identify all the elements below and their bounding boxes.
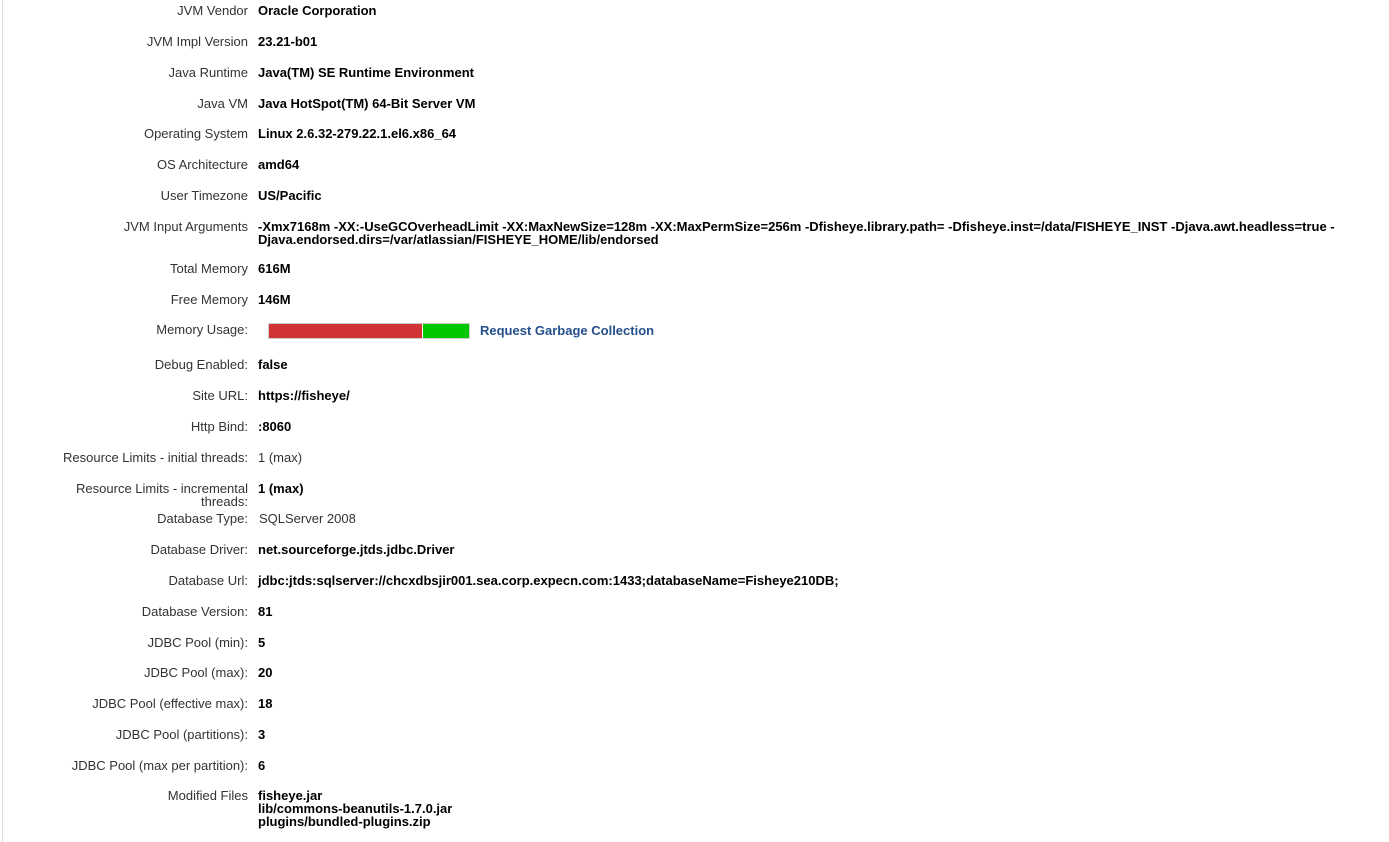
row-value: 3 [258,727,266,742]
row-label: Database Driver: [150,542,248,557]
row-value: 1 (max) [258,450,303,465]
row-label: JDBC Pool (max per partition): [71,758,248,773]
row-label: Operating System [143,126,248,141]
request-garbage-collection-link[interactable]: Request Garbage Collection [480,324,654,338]
row-value: 616M [258,261,291,276]
row-value: 18 [258,696,273,711]
row-label: Total Memory [169,261,248,276]
row-label: Database Type: [157,511,248,526]
page-left-border [2,0,3,842]
row-value: SQLServer 2008 [259,511,356,526]
row-value: 5 [258,635,266,650]
row-label: Site URL: [192,388,248,403]
row-value: https://fisheye/ [258,388,350,403]
row-label: Java VM [197,96,248,111]
row-label: JVM Vendor [177,3,248,18]
row-label: JVM Impl Version [146,34,248,49]
row-label: JDBC Pool (partitions): [115,727,248,742]
row-label: Database Version: [141,604,248,619]
row-label: Java Runtime [168,65,248,80]
row-value: Oracle Corporation [258,3,377,18]
memory-usage-bar [268,323,470,339]
row-value: amd64 [258,157,300,172]
row-label: Free Memory [170,292,248,307]
row-value: false [258,357,288,372]
modified-files-list: fisheye.jar lib/commons-beanutils-1.7.0.… [258,789,1368,828]
row-value: US/Pacific [258,188,322,203]
row-value: :8060 [258,419,292,434]
row-value: -Xmx7168m -XX:-UseGCOverheadLimit -XX:Ma… [258,219,1335,247]
modified-file-item: plugins/bundled-plugins.zip [258,814,431,829]
row-label: JDBC Pool (effective max): [92,696,248,711]
row-label: Modified Files [167,788,248,803]
row-label: JVM Input Arguments [123,219,248,234]
row-value: net.sourceforge.jtds.jdbc.Driver [258,542,455,557]
row-label: Database Url: [168,573,248,588]
row-value: Java HotSpot(TM) 64-Bit Server VM [258,96,476,111]
row-value: 23.21-b01 [258,34,318,49]
row-value: 146M [258,292,291,307]
row-label: User Timezone [160,188,248,203]
memory-used-segment [269,324,422,338]
row-label: Http Bind: [190,419,248,434]
row-value: Java(TM) SE Runtime Environment [258,65,474,80]
row-value: 81 [258,604,273,619]
row-value: 1 (max) [258,481,304,496]
row-label: Memory Usage: [156,322,248,337]
row-label: OS Architecture [156,157,248,172]
row-label: Resource Limits - initial threads: [63,450,248,465]
row-label: Debug Enabled: [154,357,248,372]
row-label: JDBC Pool (min): [147,635,248,650]
row-value: Linux 2.6.32-279.22.1.el6.x86_64 [258,126,457,141]
memory-free-segment [421,324,469,338]
row-value: 6 [258,758,266,773]
row-value: jdbc:jtds:sqlserver://chcxdbsjir001.sea.… [258,573,839,588]
row-value: 20 [258,665,273,680]
row-label: Resource Limits - incremental threads: [76,481,248,509]
row-label: JDBC Pool (max): [143,665,248,680]
